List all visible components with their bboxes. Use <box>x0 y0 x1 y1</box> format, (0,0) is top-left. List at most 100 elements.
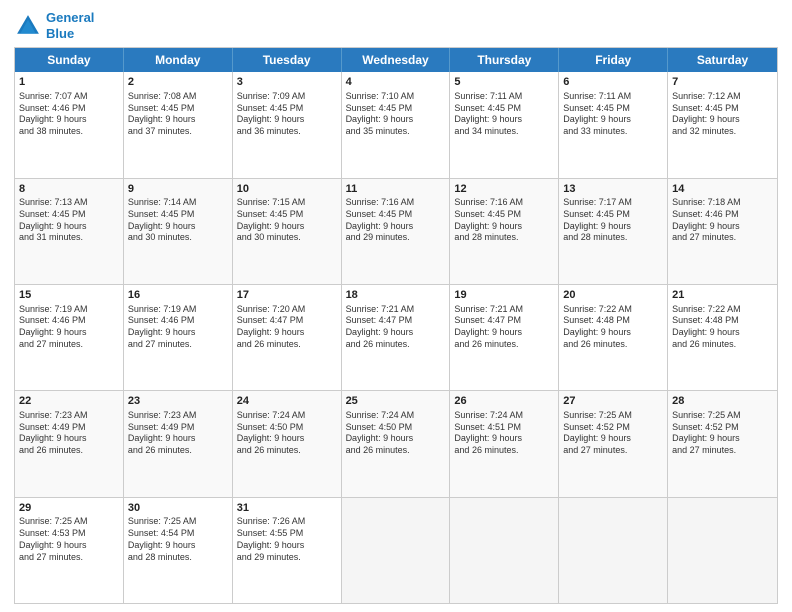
day-number: 27 <box>563 394 663 409</box>
day-info: Sunrise: 7:25 AM Sunset: 4:54 PM Dayligh… <box>128 516 228 563</box>
day-number: 31 <box>237 501 337 516</box>
day-cell-1: 1Sunrise: 7:07 AM Sunset: 4:46 PM Daylig… <box>15 72 124 177</box>
day-cell-11: 11Sunrise: 7:16 AM Sunset: 4:45 PM Dayli… <box>342 179 451 284</box>
day-info: Sunrise: 7:07 AM Sunset: 4:46 PM Dayligh… <box>19 91 119 138</box>
empty-cell <box>342 498 451 603</box>
day-info: Sunrise: 7:25 AM Sunset: 4:52 PM Dayligh… <box>563 410 663 457</box>
weekday-header-thursday: Thursday <box>450 48 559 72</box>
calendar-row-5: 29Sunrise: 7:25 AM Sunset: 4:53 PM Dayli… <box>15 497 777 603</box>
day-number: 21 <box>672 288 773 303</box>
calendar-row-4: 22Sunrise: 7:23 AM Sunset: 4:49 PM Dayli… <box>15 390 777 496</box>
day-cell-26: 26Sunrise: 7:24 AM Sunset: 4:51 PM Dayli… <box>450 391 559 496</box>
calendar-row-1: 1Sunrise: 7:07 AM Sunset: 4:46 PM Daylig… <box>15 72 777 177</box>
weekday-header-wednesday: Wednesday <box>342 48 451 72</box>
day-cell-13: 13Sunrise: 7:17 AM Sunset: 4:45 PM Dayli… <box>559 179 668 284</box>
day-info: Sunrise: 7:22 AM Sunset: 4:48 PM Dayligh… <box>672 304 773 351</box>
day-cell-22: 22Sunrise: 7:23 AM Sunset: 4:49 PM Dayli… <box>15 391 124 496</box>
day-cell-18: 18Sunrise: 7:21 AM Sunset: 4:47 PM Dayli… <box>342 285 451 390</box>
calendar-row-3: 15Sunrise: 7:19 AM Sunset: 4:46 PM Dayli… <box>15 284 777 390</box>
day-info: Sunrise: 7:23 AM Sunset: 4:49 PM Dayligh… <box>128 410 228 457</box>
day-cell-30: 30Sunrise: 7:25 AM Sunset: 4:54 PM Dayli… <box>124 498 233 603</box>
day-number: 11 <box>346 182 446 197</box>
day-cell-20: 20Sunrise: 7:22 AM Sunset: 4:48 PM Dayli… <box>559 285 668 390</box>
header: General Blue <box>14 10 778 41</box>
day-cell-10: 10Sunrise: 7:15 AM Sunset: 4:45 PM Dayli… <box>233 179 342 284</box>
day-info: Sunrise: 7:18 AM Sunset: 4:46 PM Dayligh… <box>672 197 773 244</box>
day-number: 18 <box>346 288 446 303</box>
day-number: 29 <box>19 501 119 516</box>
day-cell-14: 14Sunrise: 7:18 AM Sunset: 4:46 PM Dayli… <box>668 179 777 284</box>
day-number: 2 <box>128 75 228 90</box>
day-cell-27: 27Sunrise: 7:25 AM Sunset: 4:52 PM Dayli… <box>559 391 668 496</box>
day-number: 23 <box>128 394 228 409</box>
day-cell-16: 16Sunrise: 7:19 AM Sunset: 4:46 PM Dayli… <box>124 285 233 390</box>
day-cell-24: 24Sunrise: 7:24 AM Sunset: 4:50 PM Dayli… <box>233 391 342 496</box>
day-number: 4 <box>346 75 446 90</box>
weekday-header-monday: Monday <box>124 48 233 72</box>
day-cell-31: 31Sunrise: 7:26 AM Sunset: 4:55 PM Dayli… <box>233 498 342 603</box>
weekday-header-friday: Friday <box>559 48 668 72</box>
day-cell-12: 12Sunrise: 7:16 AM Sunset: 4:45 PM Dayli… <box>450 179 559 284</box>
day-info: Sunrise: 7:15 AM Sunset: 4:45 PM Dayligh… <box>237 197 337 244</box>
day-info: Sunrise: 7:20 AM Sunset: 4:47 PM Dayligh… <box>237 304 337 351</box>
day-cell-9: 9Sunrise: 7:14 AM Sunset: 4:45 PM Daylig… <box>124 179 233 284</box>
day-number: 10 <box>237 182 337 197</box>
day-cell-6: 6Sunrise: 7:11 AM Sunset: 4:45 PM Daylig… <box>559 72 668 177</box>
day-number: 5 <box>454 75 554 90</box>
day-cell-23: 23Sunrise: 7:23 AM Sunset: 4:49 PM Dayli… <box>124 391 233 496</box>
day-info: Sunrise: 7:12 AM Sunset: 4:45 PM Dayligh… <box>672 91 773 138</box>
day-number: 1 <box>19 75 119 90</box>
day-number: 26 <box>454 394 554 409</box>
day-cell-29: 29Sunrise: 7:25 AM Sunset: 4:53 PM Dayli… <box>15 498 124 603</box>
day-info: Sunrise: 7:10 AM Sunset: 4:45 PM Dayligh… <box>346 91 446 138</box>
day-number: 24 <box>237 394 337 409</box>
day-info: Sunrise: 7:19 AM Sunset: 4:46 PM Dayligh… <box>128 304 228 351</box>
day-number: 30 <box>128 501 228 516</box>
day-info: Sunrise: 7:11 AM Sunset: 4:45 PM Dayligh… <box>563 91 663 138</box>
day-number: 16 <box>128 288 228 303</box>
day-info: Sunrise: 7:17 AM Sunset: 4:45 PM Dayligh… <box>563 197 663 244</box>
day-number: 3 <box>237 75 337 90</box>
day-info: Sunrise: 7:22 AM Sunset: 4:48 PM Dayligh… <box>563 304 663 351</box>
day-info: Sunrise: 7:26 AM Sunset: 4:55 PM Dayligh… <box>237 516 337 563</box>
day-info: Sunrise: 7:13 AM Sunset: 4:45 PM Dayligh… <box>19 197 119 244</box>
logo: General Blue <box>14 10 94 41</box>
logo-blue: Blue <box>46 26 74 41</box>
day-cell-25: 25Sunrise: 7:24 AM Sunset: 4:50 PM Dayli… <box>342 391 451 496</box>
day-number: 6 <box>563 75 663 90</box>
day-info: Sunrise: 7:11 AM Sunset: 4:45 PM Dayligh… <box>454 91 554 138</box>
empty-cell <box>450 498 559 603</box>
day-info: Sunrise: 7:24 AM Sunset: 4:50 PM Dayligh… <box>346 410 446 457</box>
day-number: 13 <box>563 182 663 197</box>
weekday-header-saturday: Saturday <box>668 48 777 72</box>
day-cell-17: 17Sunrise: 7:20 AM Sunset: 4:47 PM Dayli… <box>233 285 342 390</box>
day-info: Sunrise: 7:16 AM Sunset: 4:45 PM Dayligh… <box>346 197 446 244</box>
day-number: 9 <box>128 182 228 197</box>
day-number: 20 <box>563 288 663 303</box>
day-cell-4: 4Sunrise: 7:10 AM Sunset: 4:45 PM Daylig… <box>342 72 451 177</box>
calendar: SundayMondayTuesdayWednesdayThursdayFrid… <box>14 47 778 604</box>
day-info: Sunrise: 7:19 AM Sunset: 4:46 PM Dayligh… <box>19 304 119 351</box>
day-info: Sunrise: 7:24 AM Sunset: 4:51 PM Dayligh… <box>454 410 554 457</box>
day-cell-8: 8Sunrise: 7:13 AM Sunset: 4:45 PM Daylig… <box>15 179 124 284</box>
day-cell-21: 21Sunrise: 7:22 AM Sunset: 4:48 PM Dayli… <box>668 285 777 390</box>
day-cell-7: 7Sunrise: 7:12 AM Sunset: 4:45 PM Daylig… <box>668 72 777 177</box>
day-info: Sunrise: 7:21 AM Sunset: 4:47 PM Dayligh… <box>454 304 554 351</box>
day-cell-19: 19Sunrise: 7:21 AM Sunset: 4:47 PM Dayli… <box>450 285 559 390</box>
logo-icon <box>14 12 42 40</box>
day-info: Sunrise: 7:21 AM Sunset: 4:47 PM Dayligh… <box>346 304 446 351</box>
day-number: 14 <box>672 182 773 197</box>
day-cell-5: 5Sunrise: 7:11 AM Sunset: 4:45 PM Daylig… <box>450 72 559 177</box>
day-info: Sunrise: 7:25 AM Sunset: 4:52 PM Dayligh… <box>672 410 773 457</box>
day-info: Sunrise: 7:14 AM Sunset: 4:45 PM Dayligh… <box>128 197 228 244</box>
day-info: Sunrise: 7:09 AM Sunset: 4:45 PM Dayligh… <box>237 91 337 138</box>
day-info: Sunrise: 7:24 AM Sunset: 4:50 PM Dayligh… <box>237 410 337 457</box>
empty-cell <box>559 498 668 603</box>
day-cell-28: 28Sunrise: 7:25 AM Sunset: 4:52 PM Dayli… <box>668 391 777 496</box>
page: General Blue SundayMondayTuesdayWednesda… <box>0 0 792 612</box>
empty-cell <box>668 498 777 603</box>
day-number: 12 <box>454 182 554 197</box>
calendar-row-2: 8Sunrise: 7:13 AM Sunset: 4:45 PM Daylig… <box>15 178 777 284</box>
day-number: 17 <box>237 288 337 303</box>
weekday-header-sunday: Sunday <box>15 48 124 72</box>
